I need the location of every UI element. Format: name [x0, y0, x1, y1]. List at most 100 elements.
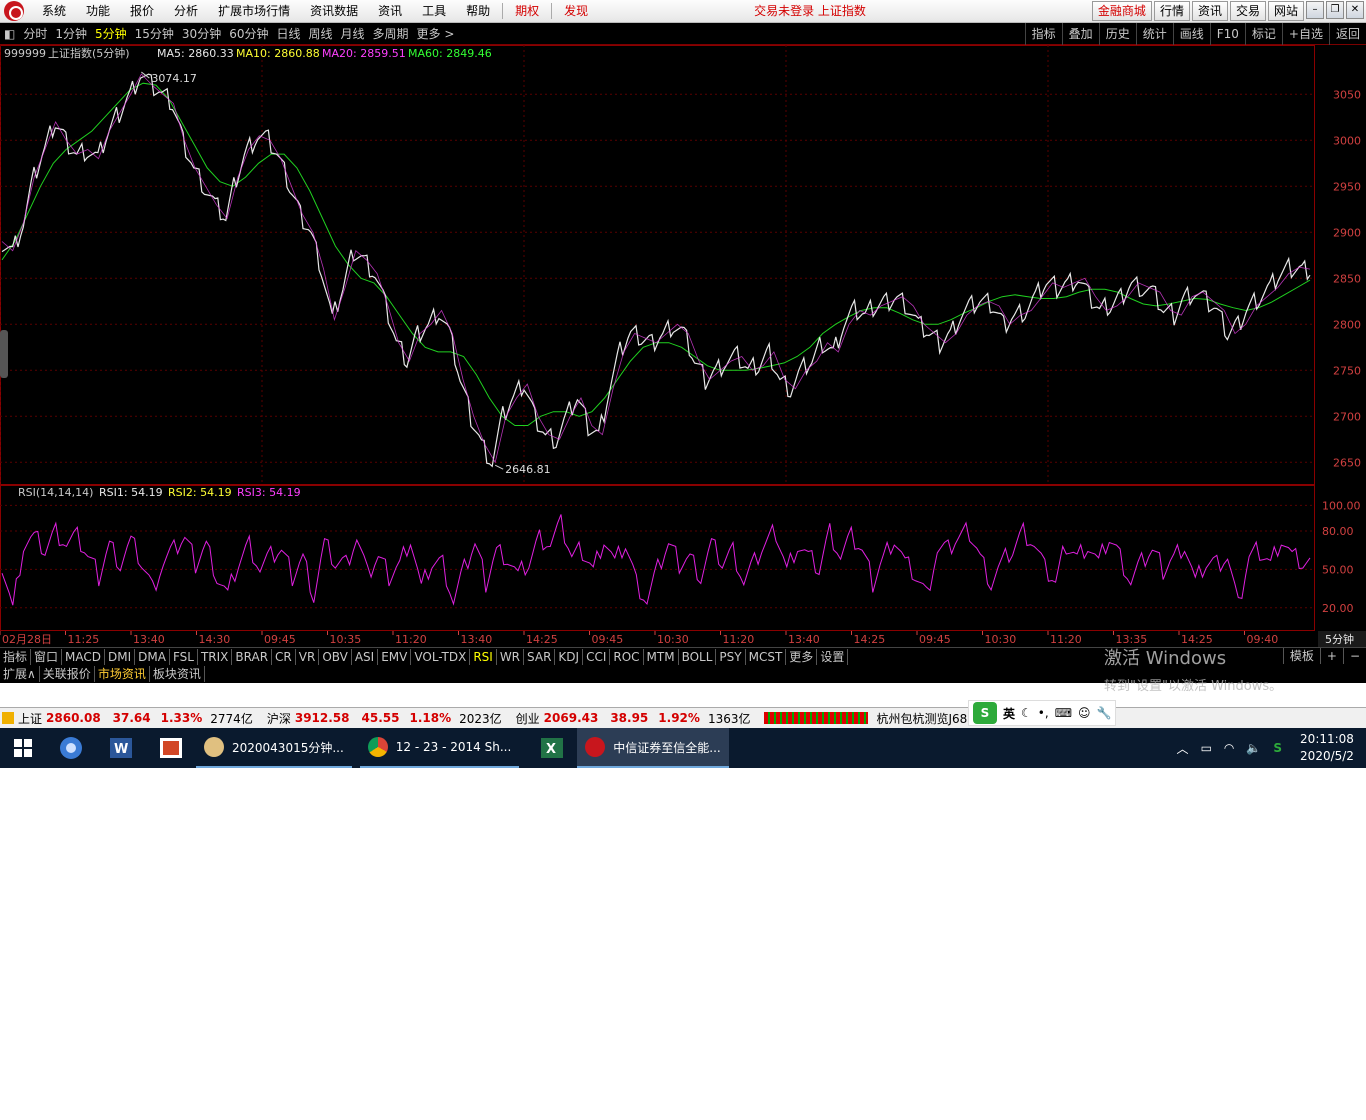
extension-tab-1[interactable]: 关联报价 [40, 666, 95, 682]
period-5min[interactable]: 5分钟 [91, 23, 131, 45]
indicator-tab-19[interactable]: ROC [610, 648, 644, 665]
period-more[interactable]: 更多 > [413, 23, 459, 45]
indicator-tab-11[interactable]: ASI [352, 648, 379, 665]
indicator-tab-1[interactable]: 窗口 [31, 648, 63, 665]
ime-toolbar[interactable]: S 英 ☾ •, ⌨ ☺ 🔧 [968, 700, 1117, 726]
menu-options[interactable]: 期权 [505, 0, 549, 23]
news-button[interactable]: 资讯 [1191, 1, 1228, 21]
menu-tools[interactable]: 工具 [412, 0, 456, 23]
tool-mark[interactable]: 标记 [1244, 23, 1282, 45]
restore-icon[interactable]: ❐ [1326, 1, 1344, 19]
indicator-tab-0[interactable]: 指标 [0, 648, 32, 665]
powerpoint-icon[interactable] [146, 728, 196, 768]
market-button[interactable]: 行情 [1153, 1, 1190, 21]
website-button[interactable]: 网站 [1267, 1, 1304, 21]
period-week[interactable]: 周线 [305, 23, 337, 45]
indicator-tab-25[interactable]: 设置 [817, 648, 849, 665]
minimize-icon[interactable]: – [1306, 1, 1324, 19]
wrench-icon[interactable]: 🔧 [1097, 706, 1112, 720]
indicator-tab-8[interactable]: CR [272, 648, 296, 665]
indicator-tab-16[interactable]: SAR [524, 648, 556, 665]
keyboard-icon[interactable]: ⌨ [1055, 706, 1072, 720]
menu-discover[interactable]: 发现 [554, 0, 598, 23]
task-chrome[interactable]: 12 - 23 - 2014 Sh... [359, 728, 520, 768]
tool-add-watchlist[interactable]: +自选 [1281, 23, 1329, 45]
indicator-tab-20[interactable]: MTM [644, 648, 679, 665]
menu-info[interactable]: 资讯 [368, 0, 412, 23]
tool-back[interactable]: 返回 [1328, 23, 1366, 45]
indicator-tab-13[interactable]: VOL-TDX [411, 648, 471, 665]
indicator-tab-10[interactable]: OBV [319, 648, 352, 665]
indicator-tab-15[interactable]: WR [497, 648, 525, 665]
menu-quote[interactable]: 报价 [120, 0, 164, 23]
ime-lang[interactable]: 英 [1003, 705, 1015, 722]
cy-label[interactable]: 创业 [516, 710, 540, 727]
indicator-tab-7[interactable]: BRAR [232, 648, 273, 665]
indicator-tab-9[interactable]: VR [296, 648, 320, 665]
indicator-right-2[interactable]: − [1342, 648, 1366, 664]
indicator-tab-24[interactable]: 更多 [786, 648, 818, 665]
period-day[interactable]: 日线 [272, 23, 304, 45]
tool-f10[interactable]: F10 [1209, 23, 1245, 45]
period-timeshare[interactable]: 分时 [19, 23, 51, 45]
indicator-tab-2[interactable]: MACD [62, 648, 106, 665]
indicator-tab-17[interactable]: KDJ [555, 648, 584, 665]
period-1min[interactable]: 1分钟 [51, 23, 91, 45]
period-60min[interactable]: 60分钟 [225, 23, 272, 45]
period-15min[interactable]: 15分钟 [131, 23, 178, 45]
price-chart[interactable]: 3050 3000 2950 2900 2850 2800 2750 2700 2650 307… [0, 45, 1366, 485]
menu-ext-market[interactable]: 扩展市场行情 [208, 0, 300, 23]
task-paint[interactable]: 2020043015分钟... [196, 728, 352, 768]
menu-analysis[interactable]: 分析 [164, 0, 208, 23]
browser-icon[interactable] [46, 728, 96, 768]
battery-icon[interactable]: ▭ [1195, 741, 1218, 755]
user-icon[interactable]: ☺ [1078, 706, 1091, 720]
indicator-tab-6[interactable]: TRIX [198, 648, 233, 665]
indicator-tab-18[interactable]: CCI [583, 648, 611, 665]
sogou-icon[interactable]: S [973, 702, 997, 724]
tool-indicator[interactable]: 指标 [1024, 23, 1062, 45]
indicator-tab-4[interactable]: DMA [135, 648, 170, 665]
volume-icon[interactable]: 🔈 [1240, 741, 1267, 755]
menu-function[interactable]: 功能 [76, 0, 120, 23]
finance-mall-button[interactable]: 金融商城 [1091, 1, 1152, 21]
sogou-tray-icon[interactable]: S [1267, 741, 1288, 755]
chevron-up-icon[interactable]: ︿ [1171, 740, 1195, 757]
menu-system[interactable]: 系统 [32, 0, 76, 23]
period-multi[interactable]: 多周期 [369, 23, 413, 45]
indicator-tab-21[interactable]: BOLL [679, 648, 717, 665]
sh-label[interactable]: 上证 [18, 710, 42, 727]
trade-button[interactable]: 交易 [1229, 1, 1266, 21]
indicator-tab-3[interactable]: DMI [105, 648, 136, 665]
server-name[interactable]: 杭州包杭测览J68 [876, 710, 967, 727]
indicator-tab-5[interactable]: FSL [170, 648, 198, 665]
indicator-right-0[interactable]: 模板 [1282, 648, 1320, 664]
extension-tab-3[interactable]: 板块资讯 [150, 666, 205, 682]
word-icon[interactable]: W [96, 728, 146, 768]
tool-overlay[interactable]: 叠加 [1061, 23, 1099, 45]
close-icon[interactable]: ✕ [1346, 1, 1364, 19]
menu-help[interactable]: 帮助 [456, 0, 500, 23]
indicator-right-1[interactable]: + [1319, 648, 1343, 664]
wifi-icon[interactable]: ◠ [1218, 741, 1240, 755]
menu-info-data[interactable]: 资讯数据 [300, 0, 368, 23]
task-citic[interactable]: 中信证券至信全能... [577, 728, 729, 768]
tool-history[interactable]: 历史 [1098, 23, 1136, 45]
toggle-panel-icon[interactable]: ◧ [0, 23, 19, 45]
indicator-tab-14[interactable]: RSI [470, 648, 497, 665]
hs-label[interactable]: 沪深 [267, 710, 291, 727]
tool-stats[interactable]: 统计 [1135, 23, 1173, 45]
excel-icon[interactable]: X [527, 728, 577, 768]
punct-icon[interactable]: •, [1038, 706, 1049, 720]
tool-draw[interactable]: 画线 [1172, 23, 1210, 45]
period-30min[interactable]: 30分钟 [178, 23, 225, 45]
extension-tab-0[interactable]: 扩展∧ [0, 666, 40, 682]
moon-icon[interactable]: ☾ [1021, 706, 1032, 720]
indicator-tab-12[interactable]: EMV [378, 648, 412, 665]
indicator-tab-22[interactable]: PSY [716, 648, 746, 665]
period-month[interactable]: 月线 [337, 23, 369, 45]
windows-start-icon[interactable] [0, 728, 46, 768]
rsi-chart[interactable]: 100.00 80.00 50.00 20.00 RSI(14,14,14) RSI1… [0, 485, 1366, 631]
clock[interactable]: 20:11:08 2020/5/2 [1288, 731, 1366, 765]
extension-tab-2[interactable]: 市场资讯 [95, 666, 150, 682]
